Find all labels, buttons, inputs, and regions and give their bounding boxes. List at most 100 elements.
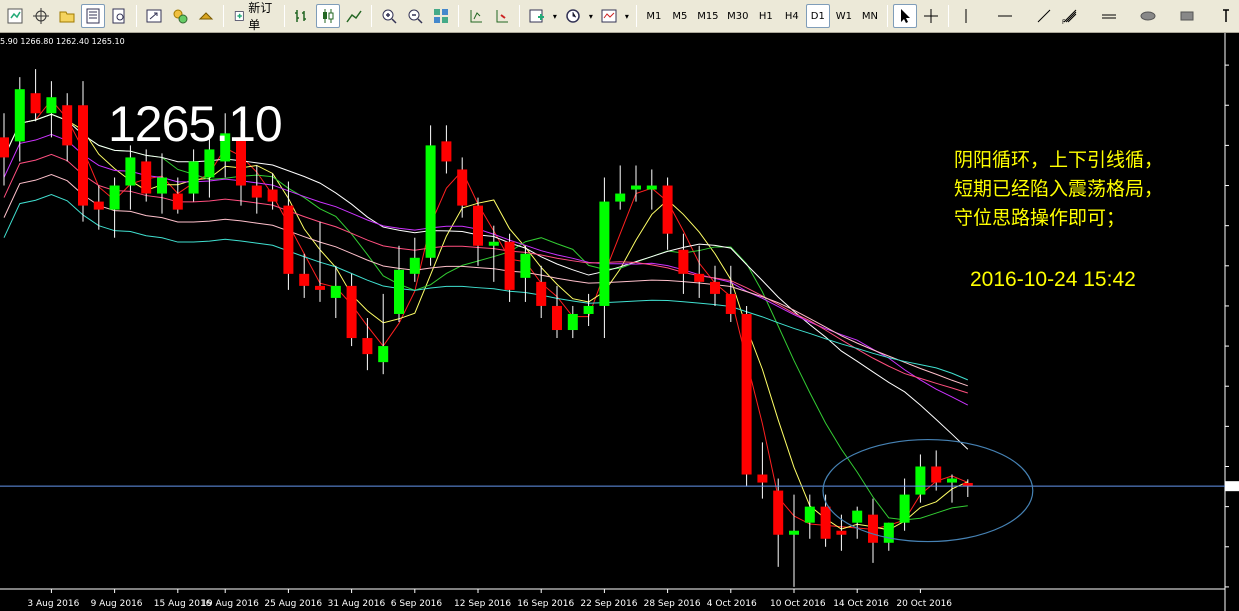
candle-body — [62, 105, 73, 146]
trendline-icon[interactable] — [1032, 4, 1056, 28]
bar-chart-icon[interactable] — [290, 4, 314, 28]
candle-body — [394, 269, 404, 314]
candle-body — [725, 293, 736, 314]
chevron-down-icon[interactable]: ▾ — [551, 4, 559, 28]
candle-body — [583, 305, 594, 314]
x-tick-label: 31 Aug 2016 — [328, 599, 386, 609]
timeframe-h4[interactable]: H4 — [780, 4, 804, 28]
candle-body — [299, 273, 310, 286]
zoom-in-icon[interactable] — [377, 4, 401, 28]
ellipse-icon[interactable] — [1136, 4, 1160, 28]
candle-body — [599, 201, 610, 306]
candle-body — [14, 89, 25, 142]
candle-body — [804, 506, 815, 523]
autotrading-icon[interactable] — [194, 4, 218, 28]
candle-body — [204, 149, 215, 178]
annotation-line: 阴阳循环，上下引线循， — [954, 149, 1164, 171]
timeframe-m5[interactable]: M5 — [668, 4, 692, 28]
toolbar-separator — [370, 5, 372, 27]
experts-icon[interactable] — [168, 4, 192, 28]
toolbar-separator — [518, 5, 520, 27]
cursor-arrow-icon[interactable] — [893, 4, 917, 28]
candle-body — [552, 305, 562, 331]
fibonacci-icon[interactable]: F — [1058, 4, 1082, 28]
x-tick-label: 9 Aug 2016 — [91, 599, 143, 609]
vertical-line-icon[interactable] — [954, 4, 978, 28]
candle-body — [615, 193, 626, 202]
candle-body — [646, 185, 657, 190]
chevron-down-icon[interactable]: ▾ — [587, 4, 595, 28]
channel-icon[interactable] — [1097, 4, 1121, 28]
candle-body — [30, 93, 41, 114]
candlestick-icon[interactable] — [315, 4, 340, 28]
chart-shift-icon[interactable] — [464, 4, 488, 28]
periods-clock-icon[interactable] — [561, 4, 585, 28]
chart-grid-icon[interactable] — [3, 4, 27, 28]
candle-body — [504, 241, 515, 290]
candle-body — [283, 205, 294, 274]
candle-body — [330, 285, 341, 298]
timeframe-m30[interactable]: M30 — [724, 4, 752, 28]
zoom-out-icon[interactable] — [403, 4, 427, 28]
timeframe-m15[interactable]: M15 — [694, 4, 722, 28]
candle-body — [93, 201, 104, 210]
chevron-down-icon[interactable]: ▾ — [623, 4, 631, 28]
candle-body — [109, 185, 120, 210]
x-tick-label: 25 Aug 2016 — [264, 599, 322, 609]
annotation-date: 2016-10-24 15:42 — [970, 268, 1136, 291]
candle-body — [710, 281, 720, 294]
candle-body — [662, 185, 673, 234]
rectangle-icon[interactable] — [1175, 4, 1199, 28]
ohlc-readout: 5.90 1266.80 1262.40 1265.10 — [0, 37, 125, 46]
toolbar-separator — [283, 5, 285, 27]
x-tick-label: 10 Oct 2016 — [770, 599, 826, 609]
candle-body — [457, 169, 468, 206]
candle-body — [883, 522, 894, 543]
folder-star-icon[interactable] — [55, 4, 79, 28]
indicators-icon[interactable] — [525, 4, 549, 28]
candle-body — [868, 514, 878, 543]
x-tick-label: 12 Sep 2016 — [454, 599, 511, 609]
candle-body — [425, 145, 436, 258]
line-chart-icon[interactable] — [342, 4, 366, 28]
data-window-icon[interactable] — [81, 4, 105, 28]
candle-body — [631, 185, 641, 190]
candle-body — [172, 193, 183, 210]
crosshair-move-icon[interactable] — [29, 4, 53, 28]
candle-body — [441, 141, 452, 162]
current-price-marker — [1225, 481, 1239, 492]
auto-scroll-icon[interactable] — [490, 4, 514, 28]
maximize-chart-icon[interactable] — [142, 4, 166, 28]
candle-body — [315, 285, 325, 290]
templates-icon[interactable] — [597, 4, 621, 28]
toolbar-separator — [887, 5, 888, 27]
candle-body — [409, 257, 420, 274]
candle-body — [520, 253, 531, 278]
text-tool-icon[interactable] — [1214, 4, 1238, 28]
timeframe-m1[interactable]: M1 — [642, 4, 666, 28]
candle-body — [157, 177, 167, 194]
toolbar-separator — [948, 5, 949, 27]
x-tick-label: 14 Oct 2016 — [833, 599, 889, 609]
new-order-button[interactable]: 新订单 — [229, 1, 279, 32]
x-tick-label: 22 Sep 2016 — [580, 599, 637, 609]
candle-body — [773, 490, 784, 535]
toolbar-separator — [223, 5, 224, 27]
chart-area[interactable]: 3 Aug 2016 9 Aug 2016 15 Aug 2016 19 Aug 20… — [0, 33, 1239, 611]
crosshair-icon[interactable] — [919, 4, 943, 28]
candle-body — [741, 313, 752, 475]
moving-average-line — [3, 173, 968, 387]
timeframe-h1[interactable]: H1 — [754, 4, 778, 28]
search-doc-icon[interactable] — [107, 4, 131, 28]
timeframe-mn[interactable]: MN — [858, 4, 882, 28]
current-price-label: 1265.10 — [108, 96, 283, 152]
timeframe-d1[interactable]: D1 — [805, 4, 830, 28]
candle-body — [78, 105, 88, 206]
new-order-label: 新订单 — [248, 1, 273, 32]
horizontal-line-icon[interactable] — [993, 4, 1017, 28]
tile-windows-icon[interactable] — [429, 4, 453, 28]
candle-body — [141, 161, 152, 194]
candle-body — [947, 478, 957, 483]
candle-body — [488, 241, 499, 246]
timeframe-w1[interactable]: W1 — [832, 4, 856, 28]
